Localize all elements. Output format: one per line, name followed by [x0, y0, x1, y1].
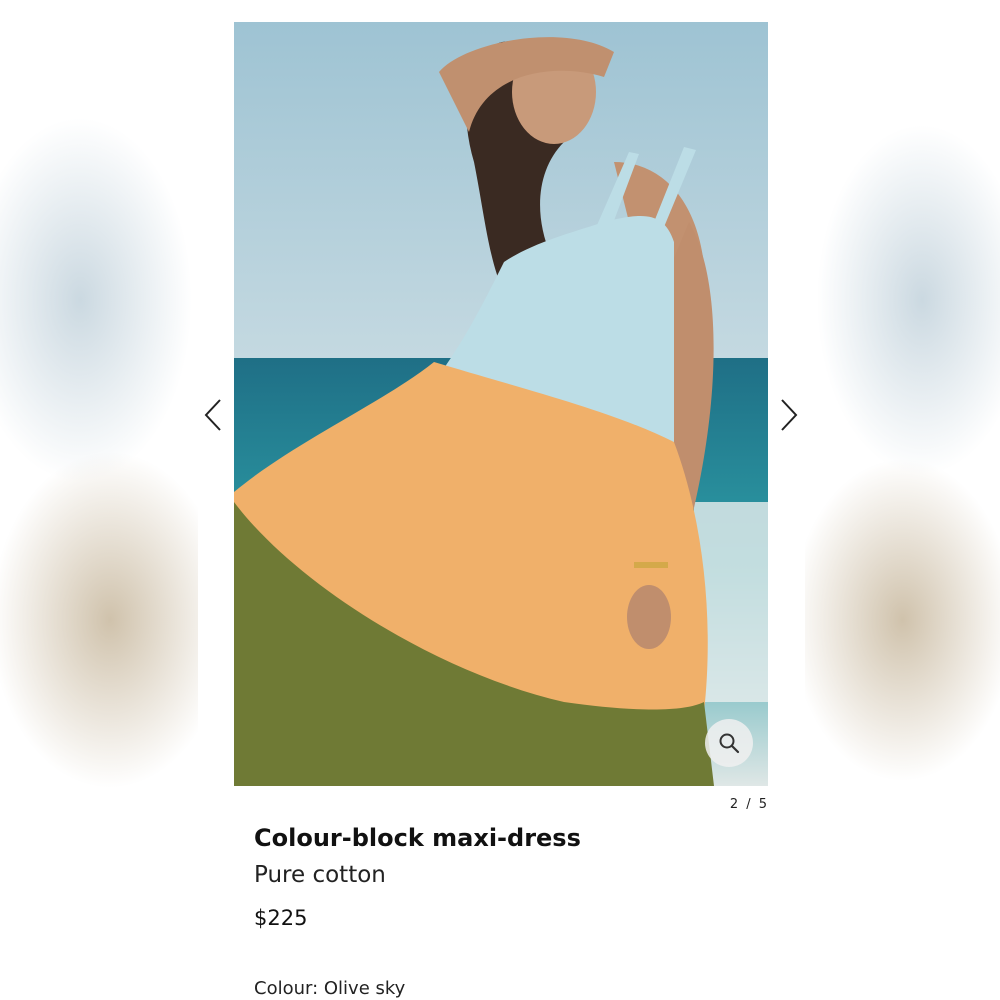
product-panel: 2 / 5 Colour-block maxi-dress Pure cotto…: [198, 0, 805, 1000]
product-material: Pure cotton: [254, 862, 386, 888]
zoom-button[interactable]: [705, 719, 753, 767]
blurred-backdrop-left: [0, 0, 200, 1000]
magnifier-icon: [719, 733, 740, 754]
chevron-left-icon: [204, 399, 221, 431]
prev-image-button[interactable]: [202, 398, 226, 432]
chevron-right-icon: [781, 399, 798, 431]
product-image[interactable]: [234, 22, 768, 786]
next-image-button[interactable]: [776, 398, 800, 432]
blurred-backdrop-right: [805, 0, 1000, 1000]
image-counter: 2 / 5: [729, 797, 769, 812]
product-title: Colour-block maxi-dress: [254, 824, 581, 852]
colour-label: Colour: Olive sky: [254, 978, 406, 999]
product-price: $225: [254, 906, 308, 930]
product-photo-illustration: [234, 22, 768, 786]
